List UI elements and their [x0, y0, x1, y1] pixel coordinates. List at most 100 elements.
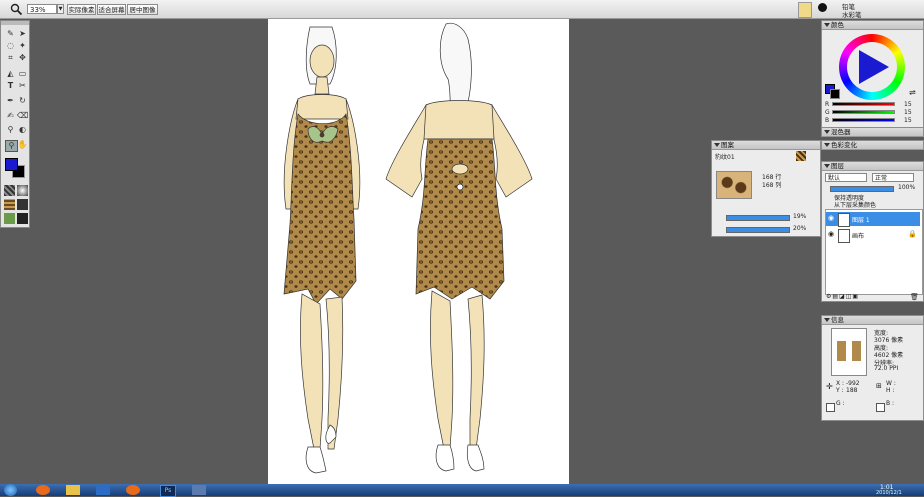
h-label: H : — [886, 387, 895, 394]
text-icon[interactable]: T — [5, 81, 16, 91]
gradient-selector[interactable] — [17, 185, 28, 196]
cloner-icon[interactable]: ✍ — [5, 111, 16, 121]
photoshop-icon[interactable]: Ps — [160, 485, 176, 497]
r-value[interactable]: 15 — [904, 101, 912, 108]
opacity-slider[interactable] — [830, 186, 894, 192]
painter-icon[interactable] — [192, 485, 206, 495]
pattern-library-icon[interactable] — [796, 151, 806, 161]
eye-icon[interactable]: ◉ — [828, 230, 834, 238]
fit-screen-button[interactable]: 适合屏幕 — [97, 4, 126, 15]
lock-icon[interactable]: 🔒 — [908, 230, 917, 238]
layer-row-2[interactable]: ◉ 画布 🔒 — [826, 228, 920, 243]
layer-actions-icon[interactable]: ⚙▤◪◫▣ — [826, 293, 859, 300]
toolbox-grip[interactable] — [1, 21, 29, 25]
saturation-triangle[interactable] — [851, 46, 893, 88]
info-panel: 信息 宽度: 3076 像素 高度: 4602 像素 分辨率: 72.0 PPI… — [821, 315, 924, 421]
y-label: Y : — [836, 387, 844, 394]
bucket-icon[interactable]: ◭ — [5, 69, 16, 79]
color-variation-title[interactable]: 色彩变化 — [822, 141, 923, 150]
magnifier-icon[interactable] — [10, 3, 23, 16]
crop-icon[interactable]: ⌗ — [5, 53, 16, 63]
blend-mode-select[interactable]: 默认 — [825, 173, 867, 182]
pattern-preview[interactable] — [716, 171, 752, 199]
eyedropper-icon[interactable]: ⚲ — [5, 125, 16, 135]
pattern-scale-value[interactable]: 19% — [793, 213, 806, 220]
pattern-scale-slider[interactable] — [726, 215, 790, 221]
b-value[interactable]: 15 — [904, 117, 912, 124]
rect-select-icon[interactable]: ▭ — [17, 69, 28, 79]
w-label: W : — [886, 380, 896, 387]
options-bar: 33% ▼ 实际像素 适合屏幕 居中图像 铅笔 水彩笔 — [0, 0, 924, 19]
firefox-icon[interactable] — [36, 485, 50, 495]
layers-panel-title[interactable]: 图层 — [822, 162, 923, 171]
layer-name[interactable]: 画布 — [852, 231, 864, 240]
trash-icon[interactable]: 🗑 — [910, 293, 919, 301]
color-readout-swatch — [826, 403, 835, 412]
word-icon[interactable] — [96, 485, 110, 495]
folder-icon[interactable] — [66, 485, 80, 495]
pick-up-color-label[interactable]: 从下层采集颜色 — [834, 200, 876, 209]
toolbox: ✎ ➤ ◌ ✦ ⌗ ✥ ◭ ▭ T ✂ ✒ ↻ ✍ ⌫ ⚲ ◐ ⚲ ✋ — [0, 20, 30, 228]
layer-adjuster-icon[interactable]: ➤ — [17, 29, 28, 39]
layer-name[interactable]: 图层 1 — [852, 215, 870, 224]
back-figure — [385, 22, 533, 472]
hand-icon[interactable]: ✋ — [17, 140, 28, 150]
fashion-illustration — [283, 22, 533, 474]
nozzle-selector[interactable] — [4, 213, 15, 224]
color-panel-title[interactable]: 颜色 — [822, 21, 923, 30]
lasso-icon[interactable]: ◌ — [5, 41, 16, 51]
mixer-panel-title[interactable]: 混色器 — [822, 128, 923, 137]
color-wheel-icon[interactable] — [839, 34, 905, 100]
looks-selector[interactable] — [17, 213, 28, 224]
pattern-offset-slider[interactable] — [726, 227, 790, 233]
zoom-input[interactable]: 33% — [27, 4, 57, 14]
pattern-name[interactable]: 豹纹01 — [715, 152, 735, 161]
transform-icon[interactable]: ✥ — [17, 53, 28, 63]
eye-icon[interactable]: ◉ — [828, 214, 834, 222]
b-slider[interactable] — [832, 118, 895, 122]
date[interactable]: 2010/12/1 — [876, 490, 902, 496]
pen-icon[interactable]: ✒ — [5, 96, 16, 106]
opacity-value[interactable]: 100% — [898, 184, 915, 191]
paper-selector[interactable] — [4, 185, 15, 196]
weave-selector[interactable] — [17, 199, 28, 210]
r-slider[interactable] — [832, 102, 895, 106]
g-label: G — [825, 109, 830, 116]
composite-mode-select[interactable]: 正常 — [872, 173, 914, 182]
scissors-icon[interactable]: ✂ — [17, 81, 28, 91]
layer-thumbnail — [838, 229, 850, 243]
actual-pixels-button[interactable]: 实际像素 — [67, 4, 96, 15]
size-icon: ⊞ — [876, 382, 882, 390]
center-image-button[interactable]: 居中图像 — [127, 4, 158, 15]
color-g-label: G : — [836, 400, 845, 407]
paint-bucket-icon[interactable]: ◐ — [17, 125, 28, 135]
browser-icon[interactable] — [126, 485, 140, 495]
zoom-dropdown-icon[interactable]: ▼ — [57, 4, 64, 14]
brush-tip-icon[interactable] — [818, 3, 827, 12]
g-value[interactable]: 15 — [904, 109, 912, 116]
layer-row-1[interactable]: ◉ 图层 1 — [826, 212, 920, 227]
r-label: R — [825, 101, 830, 108]
brush-icon[interactable]: ✎ — [5, 29, 16, 39]
document-canvas[interactable] — [268, 19, 569, 484]
layer-list: ◉ 图层 1 ◉ 画布 🔒 — [825, 209, 923, 295]
b-label: B — [825, 117, 830, 124]
eraser-icon[interactable]: ⌫ — [17, 111, 28, 121]
brush-selector: 铅笔 水彩笔 — [798, 0, 924, 19]
color-readout-swatch-2 — [876, 403, 885, 412]
color-secondary-swatch[interactable] — [830, 89, 840, 99]
info-panel-title[interactable]: 信息 — [822, 316, 923, 325]
color-swap-icon[interactable]: ⇌ — [909, 88, 916, 97]
g-slider[interactable] — [832, 110, 895, 114]
magic-wand-icon[interactable]: ✦ — [17, 41, 28, 51]
pattern-panel: 图案 豹纹01 168 行 168 列 19% 20% — [711, 140, 821, 237]
primary-color-swatch[interactable] — [5, 158, 18, 171]
brush-variant[interactable]: 水彩笔 — [842, 9, 862, 19]
pattern-panel-title[interactable]: 图案 — [712, 141, 820, 150]
pattern-selector[interactable] — [4, 199, 15, 210]
mixer-panel: 混色器 — [821, 127, 924, 137]
brush-icon[interactable] — [798, 2, 812, 18]
pattern-offset-value[interactable]: 20% — [793, 225, 806, 232]
rotate-icon[interactable]: ↻ — [17, 96, 28, 106]
start-button-icon[interactable] — [4, 484, 17, 496]
